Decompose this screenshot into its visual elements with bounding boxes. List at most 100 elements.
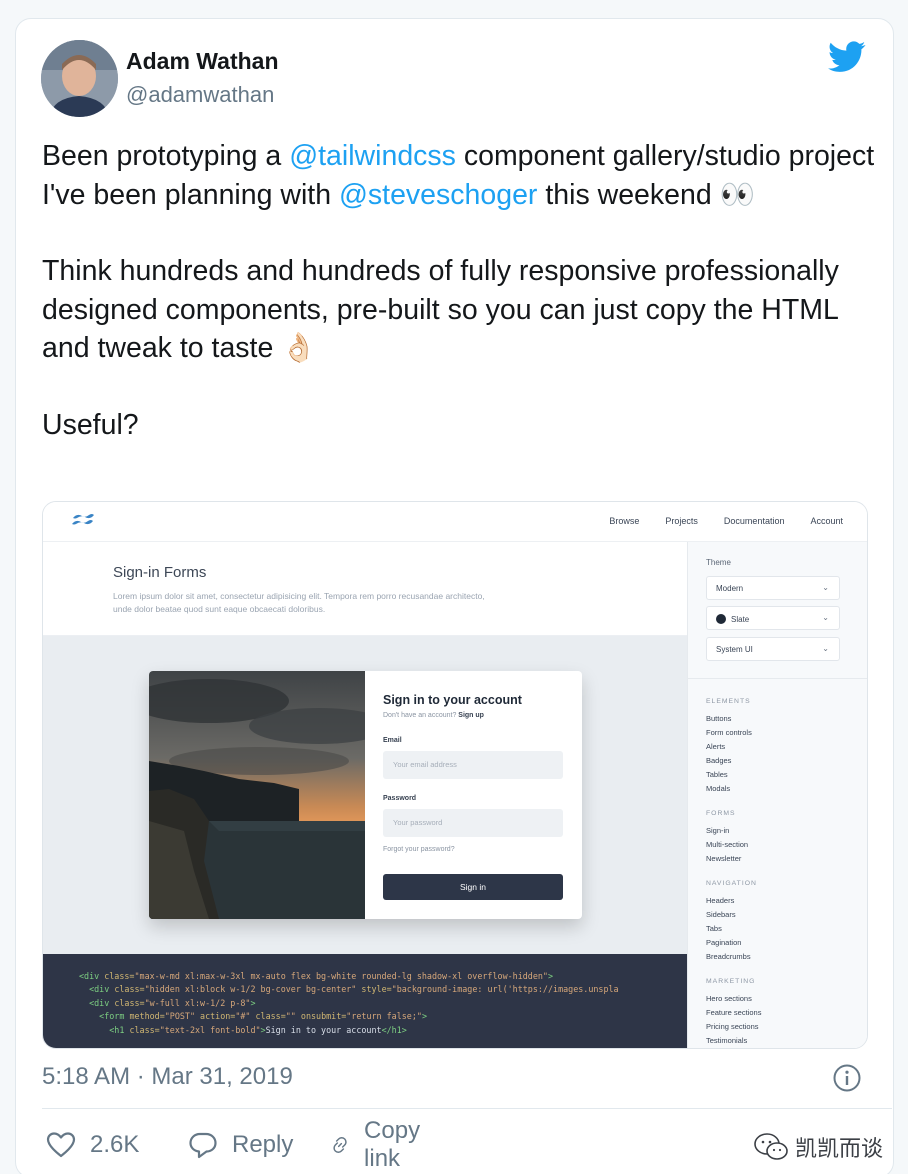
copy-link-button[interactable]: Copy link [330,1117,430,1172]
tweet-text-segment: this weekend 👀 [537,178,756,211]
code-token: method= [129,1011,165,1022]
forgot-password-link: Forgot your password? [383,846,455,853]
screenshot-page-title: Sign-in Forms [113,564,207,581]
sidebar-item: Headers [706,896,735,905]
screenshot-preview-stage: Sign in to your account Don't have an ac… [43,636,687,954]
watermark: 凯凯而谈 [753,1131,883,1163]
password-field: Your password [383,809,563,837]
like-button[interactable]: 2.6K [46,1125,139,1165]
sidebar-item: Sidebars [706,910,736,919]
sidebar-item: Tables [706,770,728,779]
nav-account: Account [810,516,843,526]
author-name[interactable]: Adam Wathan [126,48,279,75]
code-token: "text-2xl font-bold" [159,1024,261,1035]
signin-subtitle: Don't have an account? Sign up [383,712,484,719]
chevron-down-icon: ⌄ [822,583,829,592]
code-token: "POST" [164,1011,201,1022]
code-line: <form method="POST" action="#" class="" … [79,1010,687,1023]
avatar[interactable] [41,40,118,117]
sidebar-divider [688,678,867,679]
code-token: action= [200,1011,236,1022]
tweet-media-image[interactable]: Browse Projects Documentation Account Si… [42,501,868,1049]
code-token: "" [285,1011,301,1022]
mention-steveschoger[interactable]: @steveschoger [339,179,537,211]
tweet-text: Been prototyping a @tailwindcss componen… [42,137,882,482]
sidebar-item: Newsletter [706,854,742,863]
code-token: > [547,971,553,981]
nav-projects: Projects [665,516,698,526]
code-token: <form [99,1011,130,1022]
screenshot-main: Sign-in Forms Lorem ipsum dolor sit amet… [43,542,687,1048]
code-line: <h1 class="text-2xl font-bold">Sign in t… [79,1024,687,1037]
code-token: class= [104,971,135,981]
screenshot-page-desc: Lorem ipsum dolor sit amet, consectetur … [113,591,485,614]
tweet-paragraph-3: Useful? [42,408,139,441]
color-swatch [716,614,726,624]
mention-tailwindcss[interactable]: @tailwindcss [289,140,456,172]
sidebar-item: Tabs [706,924,722,933]
copy-link-label: Copy link [364,1117,421,1172]
code-token: class= [129,1024,160,1035]
tweet-timestamp[interactable]: 5:18 AM · Mar 31, 2019 [42,1063,293,1091]
chevron-down-icon: ⌄ [822,613,829,622]
code-token: "w-full xl:w-1/2 p-8" [144,997,251,1008]
reply-button[interactable]: Reply [188,1125,293,1165]
code-snippet: <div class="max-w-md xl:max-w-3xl mx-aut… [43,954,687,1048]
signup-link: Sign up [458,712,484,719]
code-token: class= [255,1011,286,1022]
twitter-bird-icon[interactable] [828,41,866,78]
tweet-card: Adam Wathan @adamwathan Been prototyping… [15,18,894,1174]
like-count: 2.6K [90,1131,140,1158]
chevron-down-icon: ⌄ [822,644,829,653]
nav-documentation: Documentation [723,516,785,526]
code-token: > [250,997,256,1008]
link-icon [333,1137,347,1153]
code-token: class= [114,997,145,1008]
author-handle[interactable]: @adamwathan [126,82,274,108]
tweet-divider [42,1108,892,1109]
sidebar-item: Multi-section [706,840,749,849]
sidebar-item: Alerts [706,742,726,751]
info-icon[interactable] [832,1063,862,1098]
sidebar-item: Hero sections [706,994,752,1003]
screenshot-header: Browse Projects Documentation Account [43,502,867,542]
code-token: "#" [235,1011,256,1022]
tailwind-logo-icon [71,512,95,533]
reply-icon [189,1132,217,1159]
sidebar-item: Testimonials [706,1036,748,1045]
code-token: > [421,1011,427,1022]
email-label: Email [383,737,402,744]
code-token: class= [114,984,145,995]
sidebar-item: Feature sections [706,1008,762,1017]
signin-title: Sign in to your account [383,693,522,707]
sidebar-item: Sign-in [706,826,730,835]
code-token: <div [89,997,115,1008]
watermark-text: 凯凯而谈 [795,1136,884,1161]
sidebar-section-title: MARKETING [706,978,756,985]
signin-subtitle-text: Don't have an account? [383,712,457,719]
sidebar-item: Badges [706,756,732,765]
sidebar-item: Form controls [706,728,752,737]
theme-select: Modern ⌄ [706,576,840,600]
landscape-photo [149,671,389,919]
code-token: Sign in to your account [265,1024,382,1035]
code-line: <div class="w-full xl:w-1/2 p-8"> [79,997,687,1010]
sidebar-item: Breadcrumbs [706,952,751,961]
signin-card: Sign in to your account Don't have an ac… [149,671,582,919]
theme-label: Theme [706,558,731,567]
font-select: System UI ⌄ [706,637,840,661]
code-token: <h1 [109,1024,130,1035]
color-select-value: Slate [731,615,750,624]
tweet-paragraph-2: Think hundreds and hundreds of fully res… [42,255,839,364]
tweet-paragraph-1: Been prototyping a @tailwindcss componen… [42,137,882,214]
wechat-icon [754,1133,788,1160]
code-line: <div class="max-w-md xl:max-w-3xl mx-aut… [79,970,687,983]
tweet-text-segment: Been prototyping a [42,140,290,172]
theme-select-value: Modern [716,584,744,593]
sidebar-section-title: ELEMENTS [706,698,751,705]
nav-browse: Browse [609,516,640,526]
code-token: "return false;" [346,1011,422,1022]
